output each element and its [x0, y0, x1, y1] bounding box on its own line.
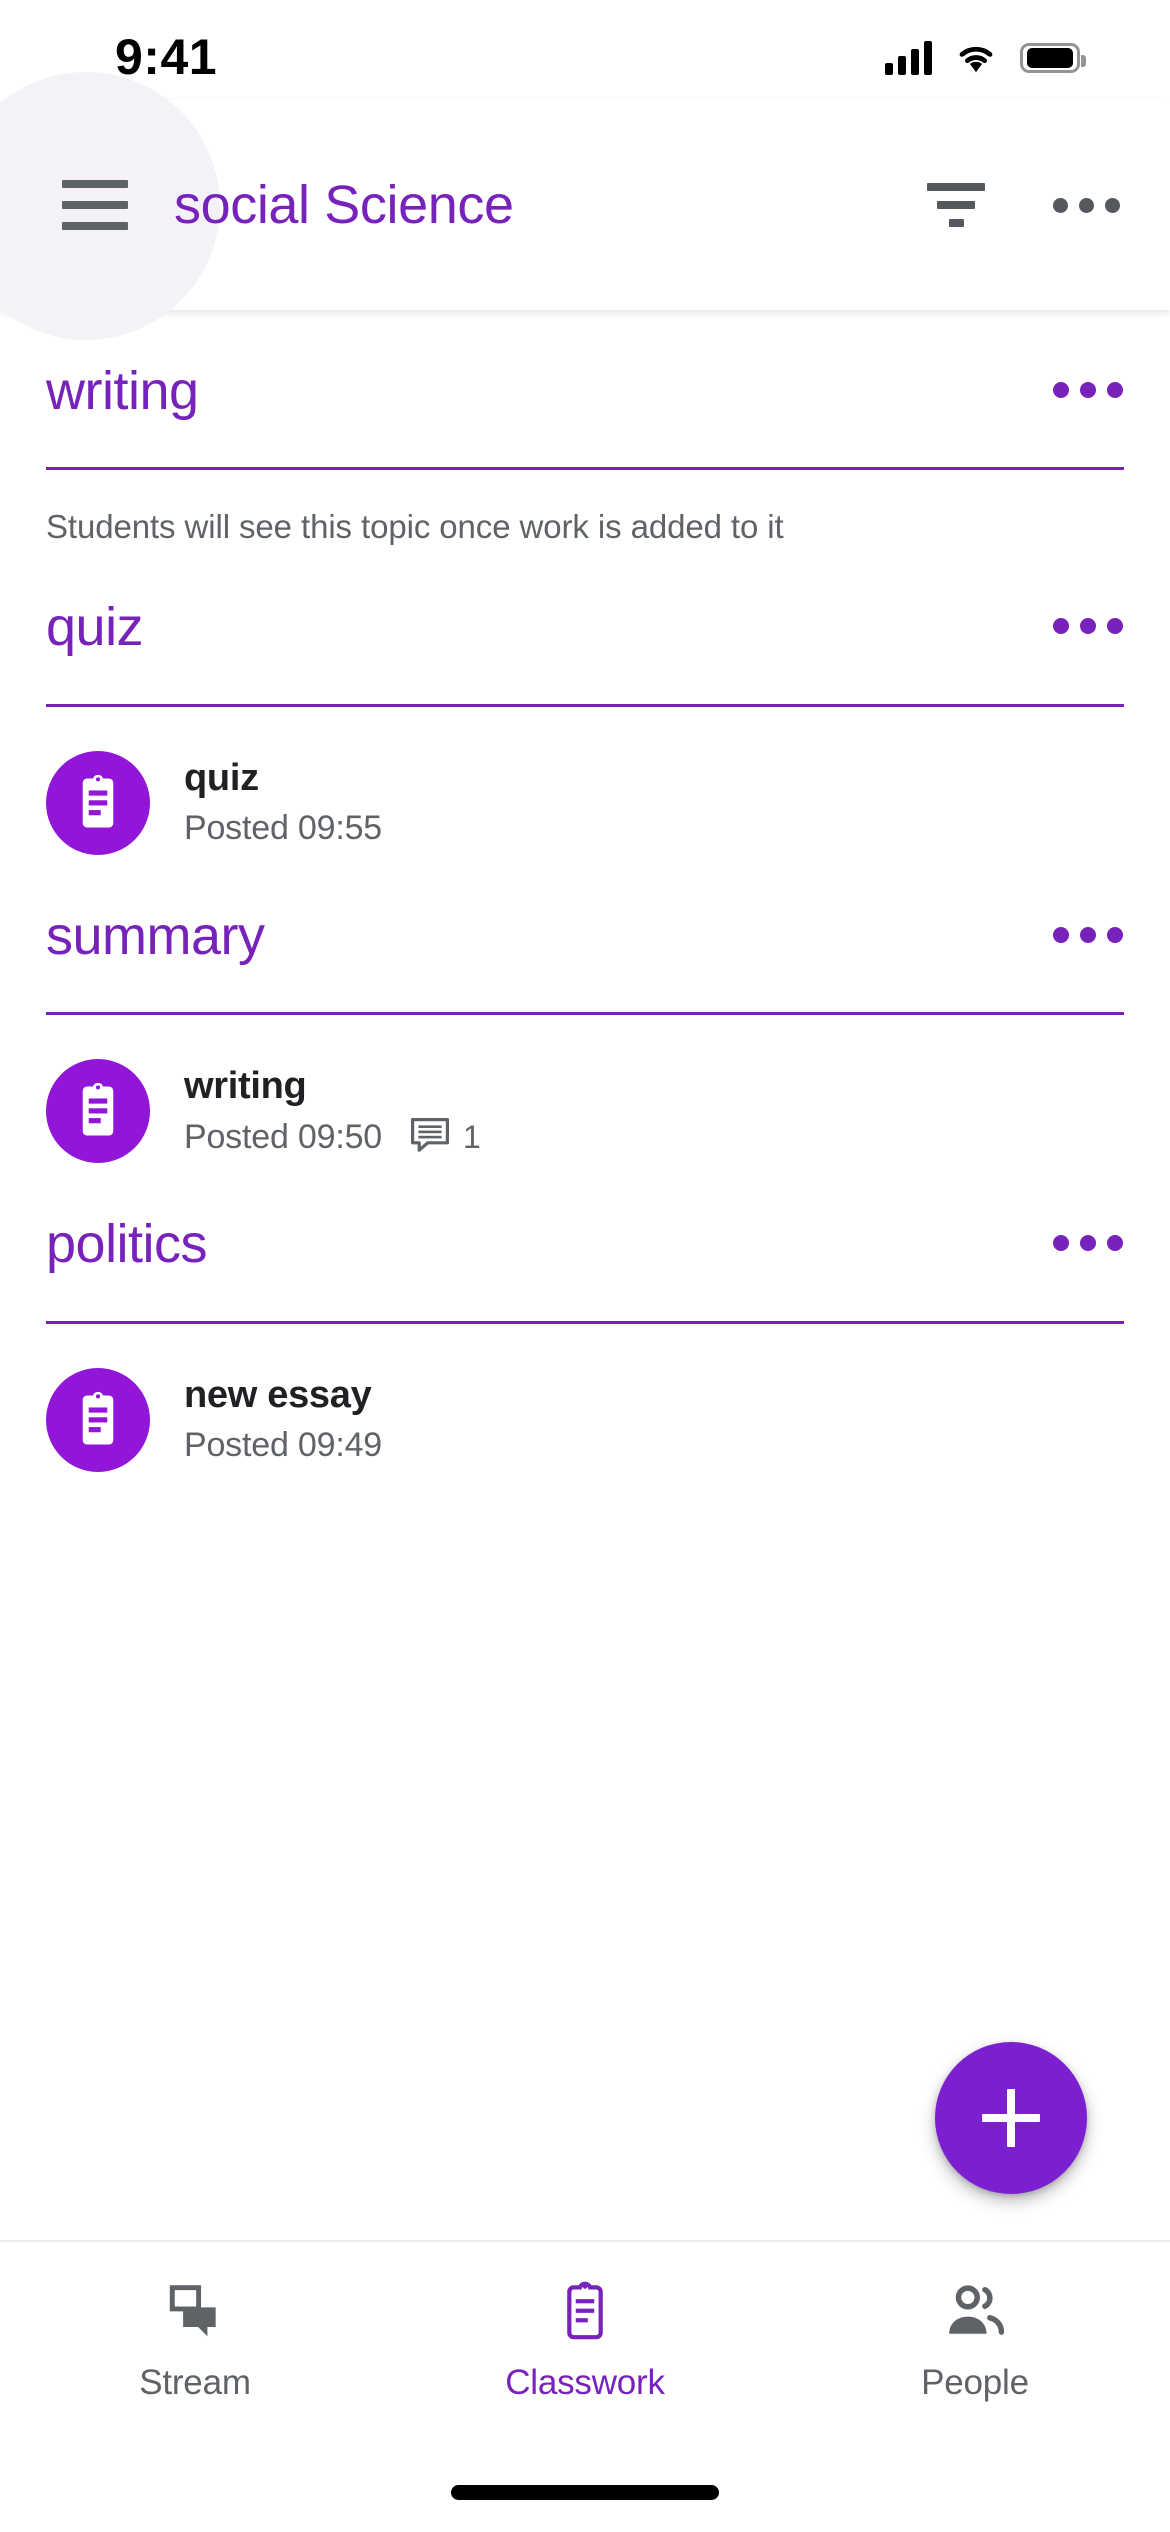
topic-section: quiz quiz Posted 09:55: [0, 546, 1170, 855]
nav-item-people[interactable]: People: [780, 2279, 1170, 2403]
topic-header[interactable]: politics: [46, 1163, 1124, 1274]
battery-icon: [1020, 43, 1086, 73]
topic-title: summary: [46, 905, 265, 966]
hamburger-menu-icon[interactable]: [52, 157, 148, 253]
classwork-item-title: new essay: [184, 1374, 372, 1417]
assignment-clipboard-icon: [46, 1367, 150, 1472]
comment-icon: [410, 1117, 450, 1158]
topic-section: writing Students will see this topic onc…: [0, 310, 1170, 546]
stream-chat-icon: [164, 2279, 226, 2345]
topic-header[interactable]: writing: [46, 310, 1124, 421]
comment-badge: 1: [410, 1117, 481, 1158]
classwork-list[interactable]: writing Students will see this topic onc…: [0, 310, 1170, 2240]
topic-title: writing: [46, 361, 199, 421]
classwork-posted-time: Posted 09:50: [184, 1117, 382, 1156]
classwork-posted-time: Posted 09:55: [184, 809, 382, 848]
classwork-item-meta: Posted 09:50 1: [184, 1117, 481, 1158]
classwork-item[interactable]: writing Posted 09:50 1: [46, 1015, 1124, 1164]
classwork-item-meta: Posted 09:55: [184, 809, 382, 848]
status-bar-time: 9:41: [115, 29, 218, 85]
classwork-item[interactable]: new essay Posted 09:49: [46, 1324, 1124, 1472]
topic-title: politics: [46, 1214, 208, 1275]
nav-label-classwork: Classwork: [505, 2363, 665, 2402]
plus-icon: [982, 2089, 1040, 2147]
comment-count: 1: [462, 1118, 481, 1155]
nav-label-stream: Stream: [139, 2363, 251, 2402]
app-bar-actions: [920, 177, 1122, 233]
classwork-item-text: quiz Posted 09:55: [184, 757, 382, 848]
clipboard-icon: [557, 2279, 613, 2345]
topic-title: quiz: [46, 597, 144, 658]
assignment-clipboard-icon: [46, 750, 150, 855]
filter-icon[interactable]: [920, 177, 992, 233]
classwork-item-text: new essay Posted 09:49: [184, 1374, 382, 1465]
phone-screen: 9:41 social Science writing Students wil…: [0, 0, 1170, 2532]
app-bar: social Science: [0, 72, 1170, 340]
more-options-icon[interactable]: [1050, 177, 1122, 233]
classwork-item-title: quiz: [184, 757, 259, 800]
status-bar: 9:41: [0, 0, 1170, 100]
home-indicator: [451, 2485, 719, 2500]
topic-more-options-icon[interactable]: [1052, 907, 1124, 963]
topic-more-options-icon[interactable]: [1052, 598, 1124, 654]
topic-header[interactable]: quiz: [46, 546, 1124, 657]
nav-item-stream[interactable]: Stream: [0, 2279, 390, 2403]
classwork-item-text: writing Posted 09:50 1: [184, 1065, 481, 1158]
topic-empty-message: Students will see this topic once work i…: [46, 508, 784, 546]
status-bar-icons: [885, 39, 1086, 78]
topic-header[interactable]: summary: [46, 855, 1124, 966]
wifi-icon: [954, 39, 998, 78]
classwork-item-title: writing: [184, 1064, 307, 1107]
topic-more-options-icon[interactable]: [1052, 1215, 1124, 1271]
classwork-posted-time: Posted 09:49: [184, 1426, 382, 1465]
topic-more-options-icon[interactable]: [1052, 362, 1124, 418]
people-icon: [942, 2279, 1008, 2345]
cellular-signal-icon: [885, 41, 932, 75]
nav-item-classwork[interactable]: Classwork: [390, 2279, 780, 2403]
classwork-item[interactable]: quiz Posted 09:55: [46, 707, 1124, 855]
classwork-item-meta: Posted 09:49: [184, 1426, 382, 1465]
bottom-navigation: Stream Classwork People: [0, 2240, 1170, 2440]
topic-section: politics new essay Posted 09:49: [0, 1163, 1170, 1472]
nav-label-people: People: [921, 2363, 1029, 2402]
add-classwork-fab[interactable]: [935, 2042, 1087, 2194]
assignment-clipboard-icon: [46, 1059, 150, 1164]
page-title: social Science: [174, 175, 514, 235]
topic-section: summary writing Posted 09:50 1: [0, 855, 1170, 1164]
